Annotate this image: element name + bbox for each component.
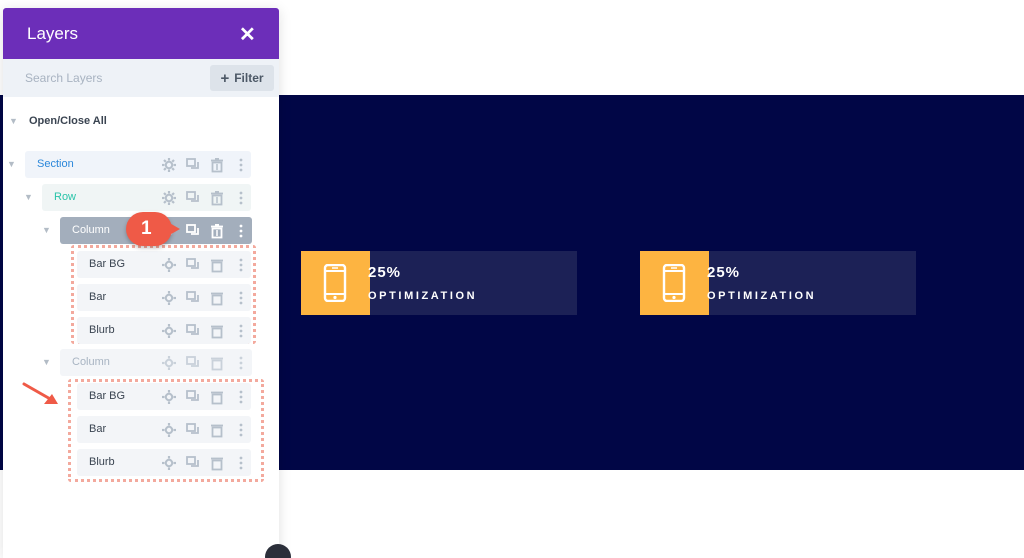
layer-row[interactable]: ▼ Row (24, 184, 251, 211)
layer-tools (161, 290, 249, 306)
blurb-bar-1[interactable]: 25% OPTIMIZATION (301, 251, 577, 315)
duplicate-icon[interactable] (185, 223, 201, 239)
trash-icon[interactable] (209, 355, 225, 371)
smartphone-icon (662, 264, 686, 302)
caret-down-icon[interactable]: ▼ (42, 225, 51, 235)
more-icon[interactable] (233, 389, 249, 405)
search-bar: + Filter (3, 59, 279, 97)
layer-section[interactable]: ▼ Section (7, 151, 251, 178)
layer-module-bar-bg[interactable]: Bar BG (77, 251, 251, 278)
layer-tools (161, 323, 249, 339)
gear-icon[interactable] (161, 389, 177, 405)
close-icon[interactable]: ✕ (239, 22, 256, 47)
builder-stage: 25% OPTIMIZATION 25% OPTIMIZATION Layers… (0, 0, 1024, 558)
more-icon[interactable] (233, 355, 249, 371)
more-icon[interactable] (233, 223, 249, 239)
layer-label: Blurb (89, 324, 115, 336)
gear-icon[interactable] (161, 257, 177, 273)
help-button[interactable] (265, 544, 291, 558)
caret-down-icon[interactable]: ▼ (24, 192, 33, 202)
gear-icon[interactable] (161, 422, 177, 438)
layer-label: Bar BG (89, 390, 126, 402)
duplicate-icon[interactable] (185, 455, 201, 471)
smartphone-icon (323, 264, 347, 302)
more-icon[interactable] (233, 257, 249, 273)
layer-module-bar[interactable]: Bar (77, 284, 251, 311)
blurb-percent: 25% (368, 264, 402, 281)
layer-module-bar[interactable]: Bar (77, 416, 251, 443)
search-input[interactable] (25, 68, 205, 88)
more-icon[interactable] (233, 290, 249, 306)
layer-label: Section (37, 158, 74, 170)
layer-tools (161, 257, 249, 273)
caret-down-icon[interactable]: ▼ (7, 159, 16, 169)
layer-label: Column (72, 356, 110, 368)
callout-number: 1 (141, 218, 152, 239)
open-close-all-toggle[interactable]: ▼ Open/Close All (9, 115, 107, 127)
layer-tools (161, 157, 249, 173)
filter-button[interactable]: + Filter (210, 65, 274, 91)
open-close-all-label: Open/Close All (28, 115, 107, 127)
callout-pointer (166, 221, 180, 237)
duplicate-icon[interactable] (185, 190, 201, 206)
layer-label: Bar (89, 291, 107, 303)
duplicate-icon[interactable] (185, 257, 201, 273)
caret-down-icon: ▼ (9, 116, 18, 126)
more-icon[interactable] (233, 157, 249, 173)
blurb-icon-box (640, 251, 709, 315)
gear-icon[interactable] (161, 157, 177, 173)
plus-icon: + (220, 69, 230, 87)
layer-label: Blurb (89, 456, 115, 468)
trash-icon[interactable] (209, 157, 225, 173)
trash-icon[interactable] (209, 323, 225, 339)
caret-down-icon[interactable]: ▼ (42, 357, 51, 367)
layer-label: Bar (89, 423, 107, 435)
gear-icon[interactable] (161, 290, 177, 306)
layer-column-2[interactable]: ▼ Column (42, 349, 252, 376)
more-icon[interactable] (233, 422, 249, 438)
trash-icon[interactable] (209, 257, 225, 273)
duplicate-icon[interactable] (185, 389, 201, 405)
trash-icon[interactable] (209, 389, 225, 405)
duplicate-icon[interactable] (185, 323, 201, 339)
trash-icon[interactable] (209, 290, 225, 306)
blurb-bar-2[interactable]: 25% OPTIMIZATION (640, 251, 916, 315)
duplicate-icon[interactable] (185, 290, 201, 306)
gear-icon[interactable] (161, 355, 177, 371)
more-icon[interactable] (233, 323, 249, 339)
layer-tools (161, 422, 249, 438)
trash-icon[interactable] (209, 190, 225, 206)
trash-icon[interactable] (209, 223, 225, 239)
panel-title: Layers (27, 24, 79, 43)
layer-tools (161, 355, 249, 371)
trash-icon[interactable] (209, 455, 225, 471)
layer-label: Row (54, 191, 77, 203)
layer-label: Bar BG (89, 258, 126, 270)
duplicate-icon[interactable] (185, 157, 201, 173)
gear-icon[interactable] (161, 323, 177, 339)
layers-panel-header[interactable]: Layers ✕ (3, 8, 279, 59)
arrow-annotation-icon (22, 382, 58, 404)
blurb-label: OPTIMIZATION (368, 290, 478, 302)
gear-icon[interactable] (161, 455, 177, 471)
duplicate-icon[interactable] (185, 422, 201, 438)
layer-module-bar-bg[interactable]: Bar BG (77, 383, 251, 410)
blurb-percent: 25% (707, 264, 741, 281)
layer-module-blurb[interactable]: Blurb (77, 317, 251, 344)
layer-label: Column (72, 224, 110, 236)
layer-module-blurb[interactable]: Blurb (77, 449, 251, 476)
more-icon[interactable] (233, 455, 249, 471)
duplicate-icon[interactable] (185, 355, 201, 371)
blurb-label: OPTIMIZATION (707, 290, 817, 302)
blurb-icon-box (301, 251, 370, 315)
step-callout-badge: 1 (126, 212, 180, 246)
filter-label: Filter (234, 71, 264, 85)
layer-tools (161, 455, 249, 471)
gear-icon[interactable] (161, 190, 177, 206)
layer-tools (161, 190, 249, 206)
layer-tools (161, 389, 249, 405)
more-icon[interactable] (233, 190, 249, 206)
trash-icon[interactable] (209, 422, 225, 438)
